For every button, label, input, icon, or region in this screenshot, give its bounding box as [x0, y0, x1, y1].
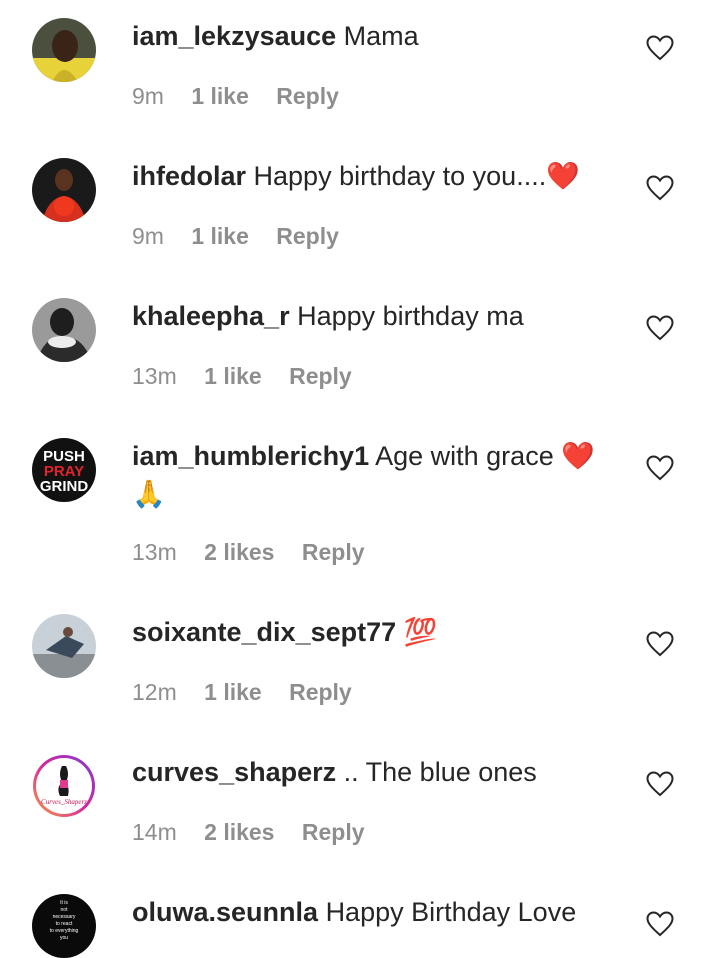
comment-body: Happy Birthday Love — [325, 897, 577, 927]
comment-body: Happy birthday ma — [297, 301, 524, 331]
comment-likes[interactable]: 1 like — [191, 223, 249, 249]
comment-text: iam_humblerichy1 Age with grace ❤️ 🙏 — [132, 437, 612, 513]
avatar[interactable]: Curves_Shaperz — [32, 754, 96, 818]
pray-emoji: 🙏 — [132, 479, 166, 509]
reply-button[interactable]: Reply — [289, 679, 352, 705]
heart-emoji: ❤️ — [561, 441, 595, 471]
avatar-image — [32, 18, 96, 82]
comment-meta: 14m 2 likes Reply — [132, 817, 386, 847]
comment-username[interactable]: oluwa.seunnla — [132, 897, 318, 927]
comment-time: 14m — [132, 819, 177, 845]
comment-username[interactable]: khaleepha_r — [132, 301, 290, 331]
comment-likes[interactable]: 1 like — [204, 679, 262, 705]
avatar-quote-text: necessary — [53, 914, 76, 920]
avatar-image: PUSH PRAY GRIND — [32, 438, 96, 502]
comment-meta: 9m 1 like Reply — [132, 221, 360, 251]
hundred-emoji: 💯 — [403, 617, 438, 647]
comment-meta: 13m 2 likes Reply — [132, 537, 386, 567]
comment-username[interactable]: ihfedolar — [132, 161, 246, 191]
reply-button[interactable]: Reply — [289, 363, 352, 389]
avatar-logo-text: GRIND — [40, 478, 89, 495]
avatar[interactable] — [32, 614, 96, 678]
comment-username[interactable]: soixante_dix_sept77 — [132, 617, 396, 647]
heart-outline-icon[interactable] — [646, 911, 674, 937]
heart-outline-icon[interactable] — [646, 771, 674, 797]
avatar-quote-text: to everything — [50, 928, 79, 934]
avatar-logo-text: Curves_Shaperz — [41, 798, 87, 806]
avatar-quote-text: you — [60, 935, 68, 941]
avatar-quote-text: It is — [60, 900, 68, 906]
comment-username[interactable]: iam_humblerichy1 — [132, 441, 369, 471]
heart-outline-icon[interactable] — [646, 175, 674, 201]
reply-button[interactable]: Reply — [276, 83, 339, 109]
heart-outline-icon[interactable] — [646, 455, 674, 481]
avatar[interactable] — [32, 158, 96, 222]
comment-time: 13m — [132, 539, 177, 565]
avatar-image: It is not necessary to react to everythi… — [32, 894, 96, 958]
reply-button[interactable]: Reply — [302, 539, 365, 565]
avatar[interactable] — [32, 298, 96, 362]
comment-body: Mama — [343, 21, 419, 51]
avatar-image — [32, 614, 96, 678]
comment-text: khaleepha_r Happy birthday ma — [132, 297, 612, 335]
avatar-image — [32, 298, 96, 362]
avatar-image: Curves_Shaperz — [33, 755, 95, 817]
comment-body: .. The blue ones — [343, 757, 537, 787]
comment-text: oluwa.seunnla Happy Birthday Love — [132, 893, 612, 931]
comment-time: 12m — [132, 679, 177, 705]
comment-time: 9m — [132, 83, 164, 109]
comment-username[interactable]: iam_lekzysauce — [132, 21, 336, 51]
comment-likes[interactable]: 1 like — [191, 83, 249, 109]
comment-text: ihfedolar Happy birthday to you....❤️ — [132, 157, 612, 195]
comment-text: soixante_dix_sept77 💯 — [132, 613, 612, 651]
comment-likes[interactable]: 2 likes — [204, 539, 274, 565]
comment-text: curves_shaperz .. The blue ones — [132, 753, 612, 791]
heart-outline-icon[interactable] — [646, 35, 674, 61]
comment-meta: 13m 1 like Reply — [132, 361, 373, 391]
avatar-quote-text: not — [61, 907, 69, 913]
avatar[interactable]: PUSH PRAY GRIND — [32, 438, 96, 502]
comment-likes[interactable]: 1 like — [204, 363, 262, 389]
avatar-quote-text: to react — [56, 921, 73, 927]
comment-meta: 12m 1 like Reply — [132, 677, 373, 707]
comment-time: 13m — [132, 363, 177, 389]
comment-body: Age with grace — [375, 441, 554, 471]
comment-likes[interactable]: 2 likes — [204, 819, 274, 845]
heart-outline-icon[interactable] — [646, 631, 674, 657]
comment-body: Happy birthday to you.... — [253, 161, 547, 191]
avatar-image — [32, 158, 96, 222]
comment-username[interactable]: curves_shaperz — [132, 757, 336, 787]
comment-text: iam_lekzysauce Mama — [132, 17, 612, 55]
heart-emoji: ❤️ — [546, 161, 580, 191]
comment-meta: 9m 1 like Reply — [132, 81, 360, 111]
reply-button[interactable]: Reply — [276, 223, 339, 249]
avatar[interactable]: It is not necessary to react to everythi… — [32, 894, 96, 958]
comment-time: 9m — [132, 223, 164, 249]
reply-button[interactable]: Reply — [302, 819, 365, 845]
avatar[interactable] — [32, 18, 96, 82]
heart-outline-icon[interactable] — [646, 315, 674, 341]
